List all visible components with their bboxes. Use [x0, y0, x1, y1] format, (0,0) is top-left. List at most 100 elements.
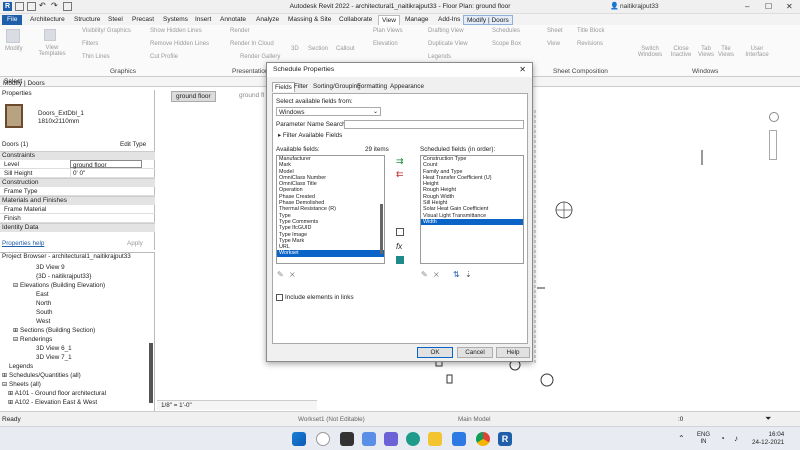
user-icon[interactable]: 👤 [610, 2, 619, 10]
browser-item[interactable]: ⊞ Sections (Building Section) [13, 327, 95, 334]
tile-views-button[interactable]: Tile Views [716, 46, 736, 58]
ok-button[interactable]: OK [417, 347, 453, 358]
remove-hidden-lines-button[interactable]: Remove Hidden Lines [150, 41, 209, 47]
schedules-button[interactable]: Schedules [492, 28, 520, 34]
user-name[interactable]: naitikrajput33 [620, 3, 659, 10]
add-field-icon[interactable]: ⇉ [396, 156, 404, 167]
drafting-view-button[interactable]: Drafting View [428, 28, 464, 34]
chat-icon[interactable] [384, 432, 398, 446]
browser-item[interactable]: 3D View 6_1 [36, 345, 72, 352]
browser-item[interactable]: ⊟ Sheets (all) [2, 381, 41, 388]
widgets-icon[interactable] [362, 432, 376, 446]
filter-icon[interactable]: ⏷ [765, 414, 771, 424]
view-button[interactable]: View [547, 41, 560, 47]
combine-parameters-icon[interactable] [396, 256, 404, 264]
browser-item[interactable]: West [36, 318, 50, 325]
browser-item[interactable]: East [36, 291, 49, 298]
legends-button[interactable]: Legends [428, 54, 451, 60]
tab-collaborate[interactable]: Collaborate [336, 15, 375, 25]
plan-views-button[interactable]: Plan Views [373, 28, 403, 34]
minimize-icon[interactable]: – [745, 2, 749, 11]
modify-button[interactable]: Modify [5, 46, 23, 52]
revit-taskbar-icon[interactable]: R [498, 432, 512, 446]
visibility-graphics-button[interactable]: Visibility/ Graphics [82, 28, 131, 34]
design-options[interactable]: Main Model [458, 416, 491, 423]
browser-item[interactable]: ⊞ A102 - Elevation East & West [8, 399, 97, 406]
tab-systems[interactable]: Systems [160, 15, 191, 25]
available-field-item[interactable]: Workset [277, 250, 384, 257]
tab-massing-site[interactable]: Massing & Site [285, 15, 334, 25]
cut-profile-button[interactable]: Cut Profile [150, 54, 178, 60]
input-language[interactable]: ENG IN [697, 432, 710, 446]
elevation-button[interactable]: Elevation [373, 41, 398, 47]
tab-file[interactable]: File [2, 15, 23, 25]
section-button[interactable]: Section [308, 46, 328, 52]
task-view-icon[interactable] [340, 432, 354, 446]
browser-item[interactable]: ⊞ Schedules/Quantities (all) [2, 372, 81, 379]
tab-views-button[interactable]: Tab Views [696, 46, 716, 58]
edge-icon[interactable] [406, 432, 420, 446]
tab-filter[interactable]: Filter [292, 82, 310, 91]
search-icon[interactable] [316, 432, 330, 446]
browser-scrollbar[interactable] [149, 343, 153, 403]
instance-selector[interactable]: Doors (1) [2, 141, 28, 148]
tab-view[interactable]: View [378, 15, 400, 25]
properties-help-link[interactable]: Properties help [2, 240, 44, 247]
render-button[interactable]: Render [230, 28, 250, 34]
scheduled-fields-list[interactable]: Construction Type Count Family and Type Hea… [420, 155, 524, 264]
scale-label[interactable]: 1/8" = 1'-0" [161, 402, 192, 409]
filter-fields-toggle[interactable]: ▸ Filter Available Fields [278, 132, 342, 139]
param-search-input[interactable] [344, 120, 524, 129]
move-down-icon[interactable]: ⇣ [465, 270, 472, 279]
tab-steel[interactable]: Steel [105, 15, 126, 25]
level-value[interactable]: ground floor [70, 160, 142, 169]
browser-item[interactable]: ⊞ A101 - Ground floor architectural [8, 390, 106, 397]
browser-item[interactable]: ⊟ Renderings [13, 336, 52, 343]
cancel-button[interactable]: Cancel [457, 347, 493, 358]
remove-field-icon[interactable]: ⇇ [396, 169, 404, 180]
close-icon[interactable]: ✕ [786, 2, 793, 11]
browser-item[interactable]: 3D View 9 [36, 264, 65, 271]
new-parameter-icon[interactable] [396, 228, 404, 236]
browser-item[interactable]: ⊟ Elevations (Building Elevation) [13, 282, 105, 289]
close-inactive-button[interactable]: Close Inactive [668, 46, 694, 58]
filters-button[interactable]: Filters [82, 41, 98, 47]
tab-insert[interactable]: Insert [192, 15, 214, 25]
zoom-icon[interactable] [769, 130, 777, 160]
maximize-icon[interactable]: ☐ [765, 2, 772, 11]
user-interface-button[interactable]: User Interface [744, 46, 770, 58]
browser-item[interactable]: Legends [9, 363, 33, 370]
volume-icon[interactable]: ♪ [734, 434, 738, 443]
view-templates-button[interactable]: View Templates [36, 45, 68, 57]
switch-windows-button[interactable]: Switch Windows [637, 46, 663, 58]
dialog-close-icon[interactable]: ✕ [519, 65, 526, 74]
tab-formatting[interactable]: Formatting [355, 82, 389, 91]
clock[interactable]: 16:04 24-12-2021 [752, 431, 784, 447]
render-in-cloud-button[interactable]: Render In Cloud [230, 41, 274, 47]
tab-analyze[interactable]: Analyze [253, 15, 282, 25]
revisions-button[interactable]: Revisions [577, 41, 603, 47]
help-button[interactable]: Help [496, 347, 530, 358]
delete-field-icon[interactable]: ⨯ [289, 270, 296, 279]
available-fields-list[interactable]: Manufacturer Mark Model OmniClass Number Omn… [276, 155, 385, 264]
tab-annotate[interactable]: Annotate [217, 15, 249, 25]
move-up-icon[interactable]: ⇅ [453, 270, 460, 279]
calculated-value-icon[interactable]: fx [396, 242, 402, 251]
browser-item[interactable]: South [36, 309, 52, 316]
tray-chevron-icon[interactable]: ⌃ [678, 434, 685, 443]
edit-field-icon[interactable]: ✎ [277, 270, 284, 279]
select-from-dropdown[interactable]: Windows ⌄ [276, 107, 381, 116]
tab-structure[interactable]: Structure [71, 15, 103, 25]
tab-appearance[interactable]: Appearance [388, 82, 426, 91]
include-linked-checkbox[interactable] [276, 294, 283, 301]
tab-manage[interactable]: Manage [402, 15, 432, 25]
title-block-button[interactable]: Title Block [577, 28, 604, 34]
browser-item[interactable]: 3D View 7_1 [36, 354, 72, 361]
sill-value[interactable]: 0' 0" [70, 169, 142, 177]
duplicate-view-button[interactable]: Duplicate View [428, 41, 468, 47]
wifi-icon[interactable]: ◔ [720, 434, 725, 443]
tab-architecture[interactable]: Architecture [27, 15, 68, 25]
render-gallery-button[interactable]: Render Gallery [240, 54, 280, 60]
3d-button[interactable]: 3D [291, 46, 299, 52]
thin-lines-button[interactable]: Thin Lines [82, 54, 110, 60]
